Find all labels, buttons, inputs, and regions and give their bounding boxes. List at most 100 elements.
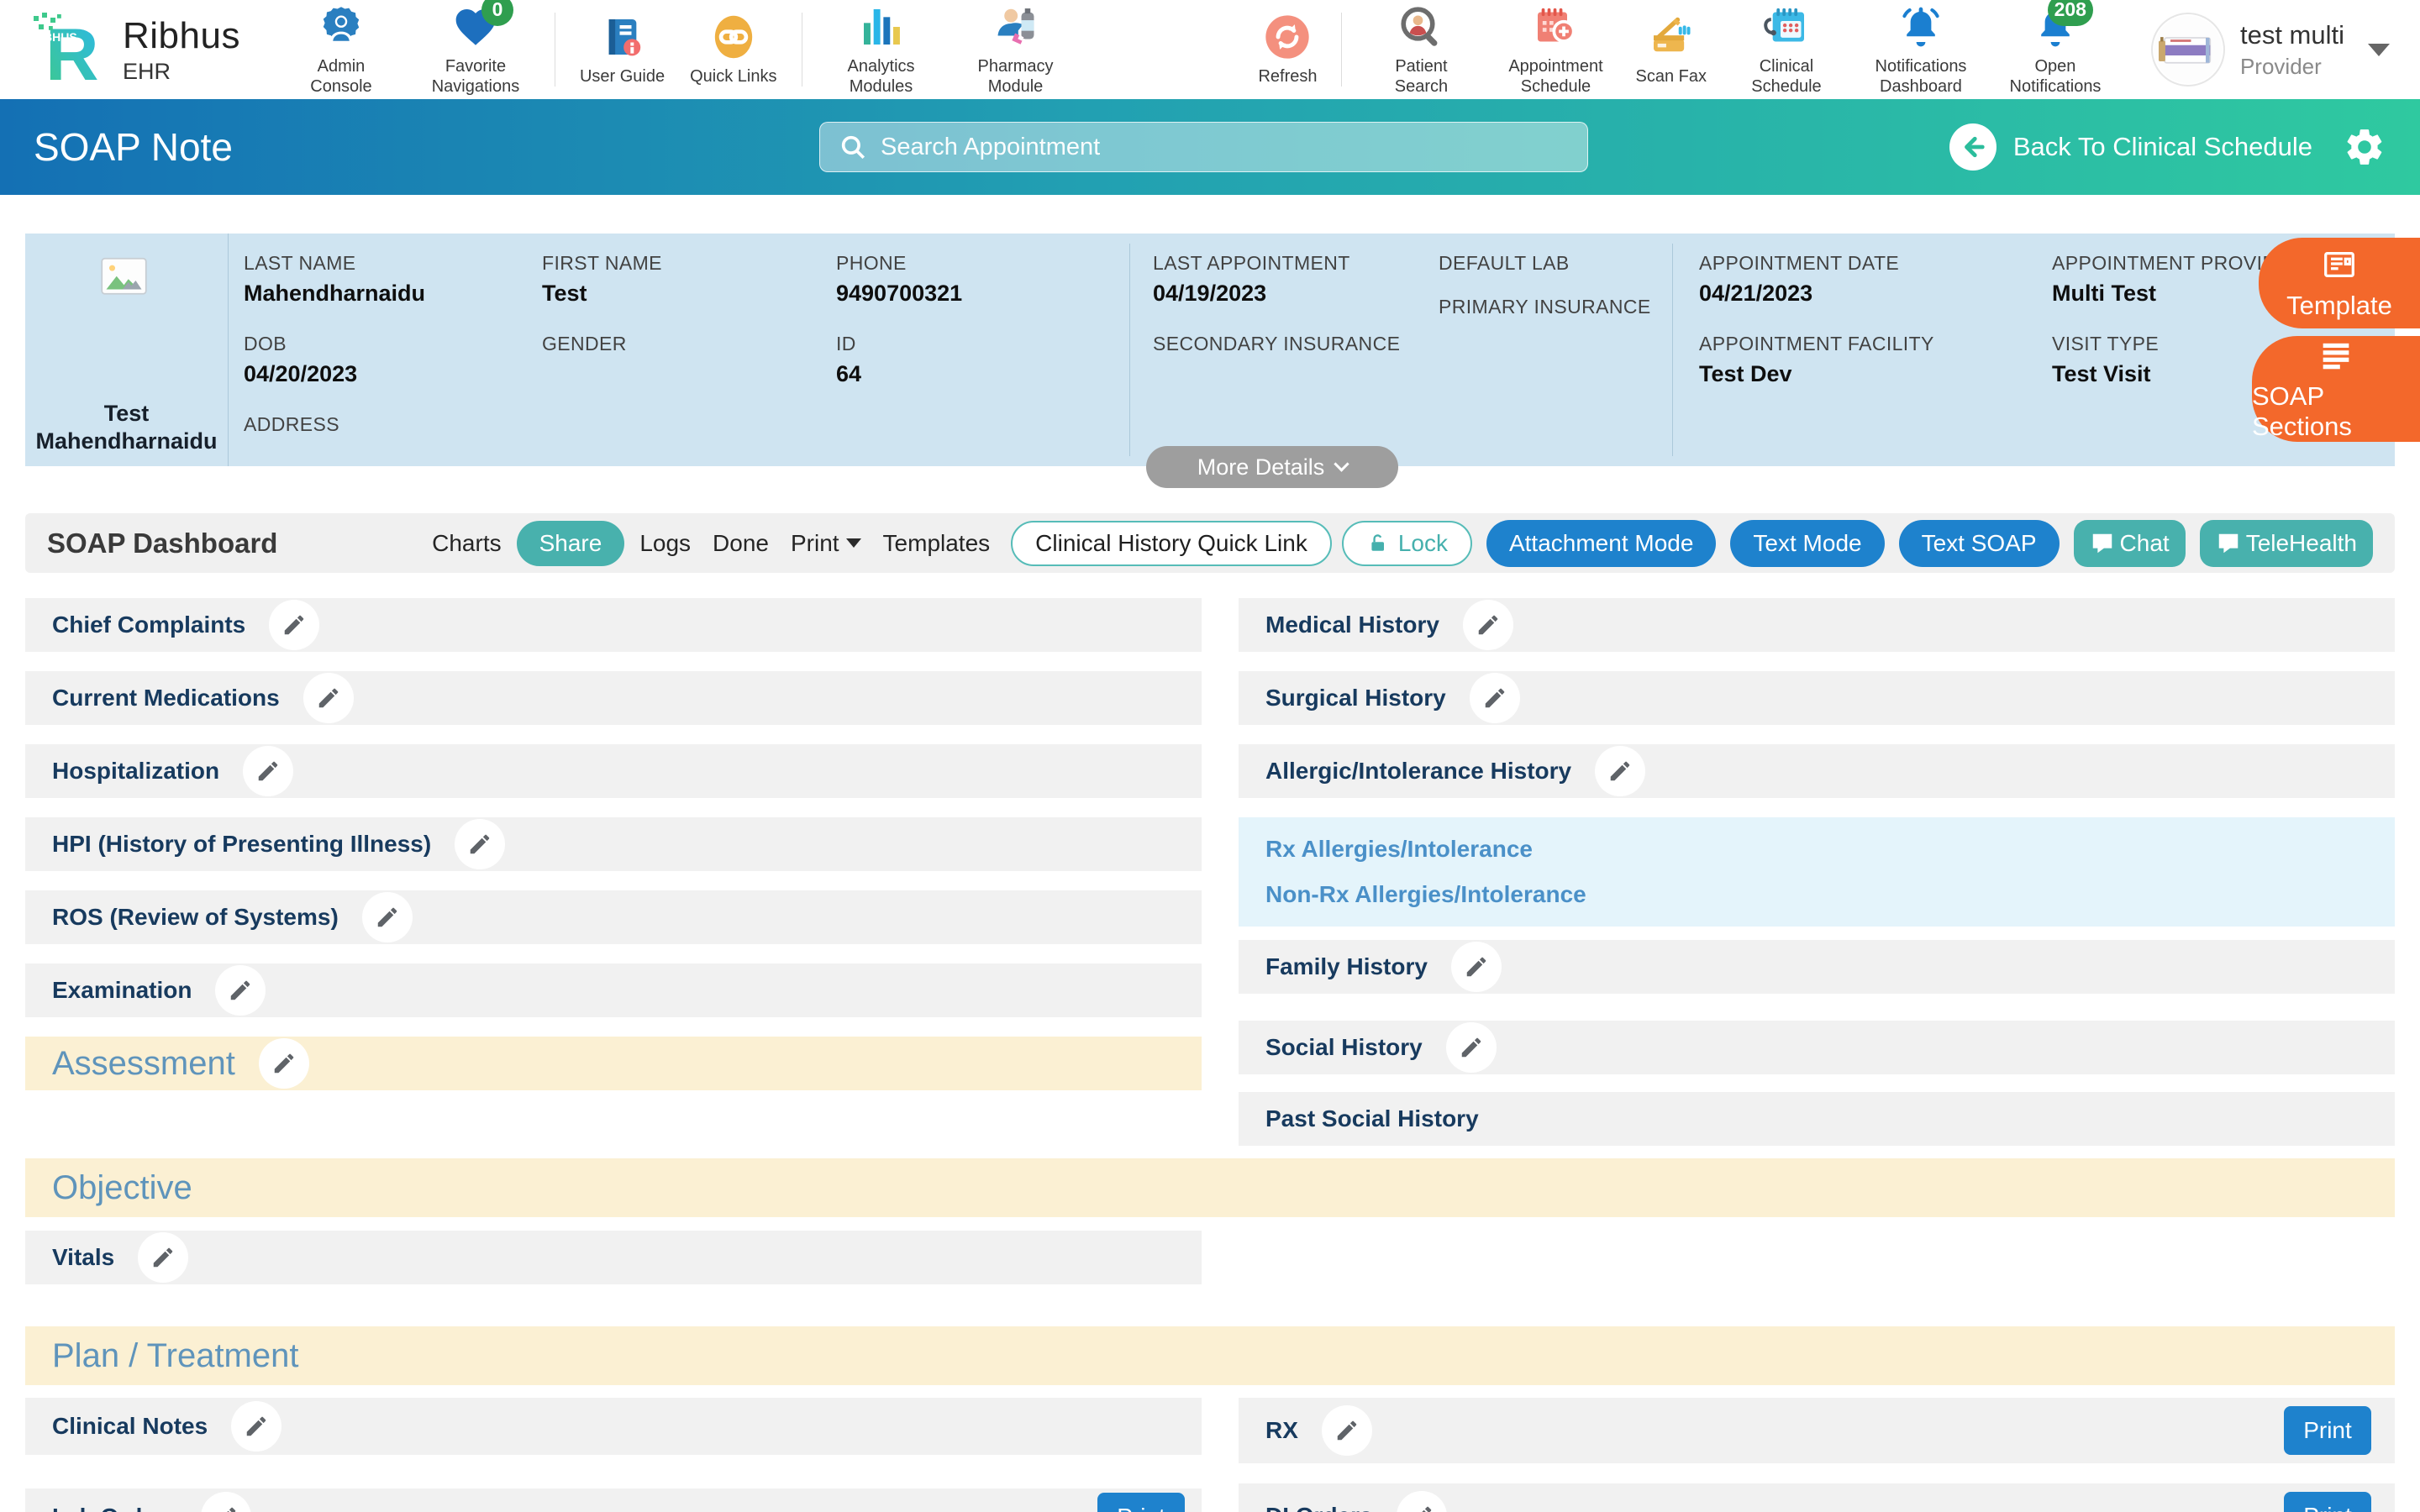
search-input[interactable]: [881, 134, 1569, 161]
brand-sub: EHR: [123, 59, 240, 85]
edit-pencil-button[interactable]: [1451, 942, 1502, 992]
field-label: FIRST NAME: [542, 252, 836, 276]
field-value: Mahendharnaidu: [244, 281, 542, 309]
rx-print-button[interactable]: Print: [2284, 1406, 2371, 1455]
nav-refresh[interactable]: Refresh: [1245, 13, 1329, 87]
logs-link[interactable]: Logs: [639, 530, 691, 557]
field-label: ID: [836, 333, 1088, 356]
text-soap-button[interactable]: Text SOAP: [1899, 520, 2060, 567]
edit-pencil-button[interactable]: [303, 673, 354, 723]
nav-pharmacy-module[interactable]: Pharmacy Module: [949, 3, 1083, 97]
soap-dashboard-toolbar: SOAP Dashboard Charts Share Logs Done Pr…: [25, 513, 2395, 573]
settings-gear-icon[interactable]: [2343, 125, 2386, 169]
more-details-button[interactable]: More Details: [1146, 446, 1398, 488]
edit-pencil-button[interactable]: [201, 1492, 251, 1512]
user-guide-icon: [598, 13, 647, 61]
section-label: Past Social History: [1265, 1105, 1479, 1132]
nav-open-notifications[interactable]: 208 Open Notifications: [1988, 3, 2123, 97]
patient-demographics: LAST NAME Mahendharnaidu DOB 04/20/2023 …: [244, 252, 1088, 442]
more-details-label: More Details: [1197, 454, 1325, 480]
nav-clinical-schedule[interactable]: Clinical Schedule: [1719, 3, 1854, 97]
field-label: PRIMARY INSURANCE: [1439, 296, 1691, 319]
section-label: Social History: [1265, 1034, 1423, 1061]
edit-pencil-button[interactable]: [455, 819, 505, 869]
section-label: Clinical Notes: [52, 1413, 208, 1440]
section-plan-treatment-header: Plan / Treatment: [25, 1326, 2395, 1385]
assessment-label: Assessment: [52, 1045, 235, 1083]
edit-pencil-button[interactable]: [215, 965, 266, 1016]
section-allergic-intolerance-history: Allergic/Intolerance History: [1239, 744, 2395, 798]
telehealth-button[interactable]: TeleHealth: [2200, 520, 2373, 567]
nav-patient-search[interactable]: Patient Search: [1354, 3, 1488, 97]
edit-pencil-button[interactable]: [1595, 746, 1645, 796]
edit-pencil-button[interactable]: [231, 1401, 281, 1452]
done-link[interactable]: Done: [713, 530, 769, 557]
edit-pencil-button[interactable]: [1463, 600, 1513, 650]
lock-button[interactable]: Lock: [1342, 521, 1472, 566]
attachment-mode-button[interactable]: Attachment Mode: [1486, 520, 1716, 567]
pharmacy-module-icon: [992, 3, 1040, 51]
patient-insurance-info: LAST APPOINTMENT 04/19/2023 SECONDARY IN…: [1153, 252, 1691, 361]
field-label: GENDER: [542, 333, 836, 356]
user-menu[interactable]: test multi Provider: [2151, 13, 2390, 87]
section-current-medications: Current Medications: [25, 671, 1202, 725]
lab-orders-print-button[interactable]: Print: [1097, 1493, 1185, 1512]
objective-label: Objective: [52, 1169, 192, 1207]
nav-scan-fax[interactable]: Scan Fax: [1623, 13, 1718, 87]
section-label: Lab Orders: [52, 1504, 177, 1512]
nav-appointment-schedule[interactable]: Appointment Schedule: [1488, 3, 1623, 97]
section-assessment: Assessment: [25, 1037, 1202, 1090]
clinical-history-quick-link-button[interactable]: Clinical History Quick Link: [1011, 521, 1332, 566]
nav-label: Open Notifications: [2001, 57, 2110, 97]
section-label: HPI (History of Presenting Illness): [52, 831, 431, 858]
nav-favorite-navigations[interactable]: 0 Favorite Navigations: [408, 3, 543, 97]
broken-image-icon: [100, 257, 154, 304]
charts-link[interactable]: Charts: [432, 530, 501, 557]
edit-pencil-button[interactable]: [1446, 1022, 1497, 1073]
field-label: PHONE: [836, 252, 1088, 276]
back-arrow-icon[interactable]: [1949, 123, 1996, 171]
template-button[interactable]: Template: [2259, 238, 2420, 328]
nav-quick-links[interactable]: Quick Links: [677, 13, 789, 87]
text-mode-button[interactable]: Text Mode: [1730, 520, 1884, 567]
section-label: ROS (Review of Systems): [52, 904, 339, 931]
rx-allergies-link[interactable]: Rx Allergies/Intolerance: [1265, 836, 2395, 863]
share-button[interactable]: Share: [517, 521, 625, 566]
edit-pencil-button[interactable]: [1397, 1491, 1447, 1512]
app-logo[interactable]: R BHUS Ribhus EHR: [30, 9, 240, 90]
template-icon: [2320, 245, 2359, 284]
patient-name: Test Mahendharnaidu: [32, 400, 221, 457]
print-menu[interactable]: Print: [791, 530, 861, 557]
chevron-down-icon: [2368, 44, 2390, 56]
field-value: Test: [542, 281, 836, 309]
section-hpi: HPI (History of Presenting Illness): [25, 817, 1202, 871]
appointment-search: [819, 122, 1588, 172]
soap-sections-button[interactable]: SOAP Sections: [2252, 336, 2420, 442]
patient-search-icon: [1397, 3, 1445, 51]
nav-analytics-modules[interactable]: Analytics Modules: [814, 3, 949, 97]
edit-pencil-button[interactable]: [1322, 1405, 1372, 1456]
section-label: Hospitalization: [52, 758, 219, 785]
nav-label: Admin Console: [287, 57, 396, 97]
edit-pencil-button[interactable]: [1470, 673, 1520, 723]
nav-label: Scan Fax: [1635, 67, 1706, 87]
edit-pencil-button[interactable]: [362, 892, 413, 942]
edit-pencil-button[interactable]: [259, 1038, 309, 1089]
edit-pencil-button[interactable]: [243, 746, 293, 796]
edit-pencil-button[interactable]: [269, 600, 319, 650]
field-label: DEFAULT LAB: [1439, 252, 1691, 276]
favorites-count-badge: 0: [481, 0, 513, 26]
page-title: SOAP Note: [34, 124, 233, 170]
section-label: RX: [1265, 1417, 1298, 1444]
edit-pencil-button[interactable]: [138, 1232, 188, 1283]
nav-label: Clinical Schedule: [1732, 57, 1841, 97]
nav-notifications-dashboard[interactable]: Notifications Dashboard: [1854, 3, 1988, 97]
nav-admin-console[interactable]: Admin Console: [274, 3, 408, 97]
back-to-clinical-schedule-link[interactable]: Back To Clinical Schedule: [2013, 132, 2312, 162]
chat-button[interactable]: Chat: [2074, 520, 2186, 567]
nav-user-guide[interactable]: User Guide: [567, 13, 677, 87]
section-past-social-history: Past Social History: [1239, 1092, 2395, 1146]
di-orders-print-button[interactable]: Print: [2284, 1492, 2371, 1512]
templates-link[interactable]: Templates: [883, 530, 991, 557]
non-rx-allergies-link[interactable]: Non-Rx Allergies/Intolerance: [1265, 881, 2395, 908]
